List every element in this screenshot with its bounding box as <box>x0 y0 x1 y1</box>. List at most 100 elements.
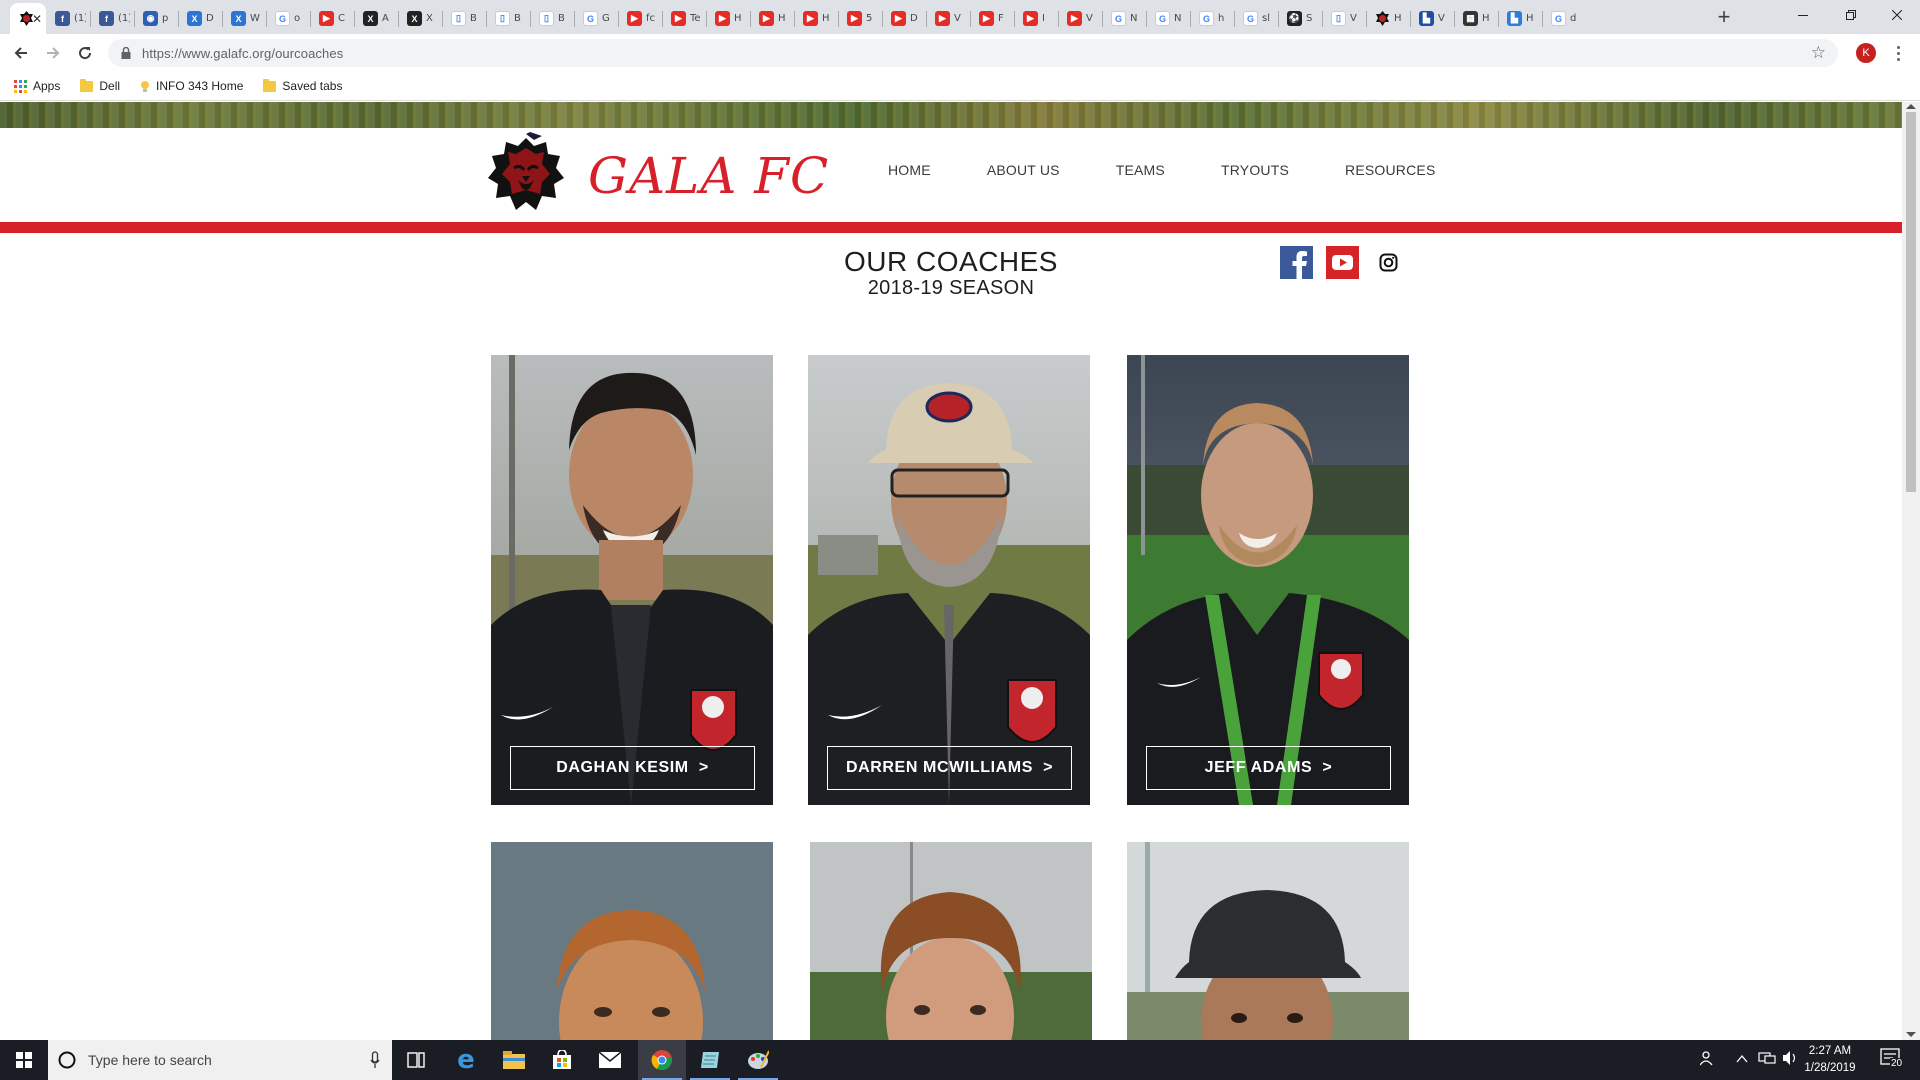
scroll-thumb[interactable] <box>1906 112 1916 492</box>
start-button[interactable] <box>0 1040 48 1080</box>
tab-title: W <box>250 13 260 24</box>
browser-tab[interactable]: XW <box>222 3 266 34</box>
reload-button[interactable] <box>72 40 98 66</box>
people-icon[interactable] <box>1699 1050 1716 1069</box>
paint-app[interactable] <box>734 1040 782 1080</box>
browser-tab[interactable]: ▶ C <box>310 3 354 34</box>
page-scrollbar[interactable] <box>1902 102 1920 1040</box>
browser-tab[interactable]: ▶ I <box>1014 3 1058 34</box>
bookmark-info343[interactable]: INFO 343 Home <box>140 79 243 93</box>
nav-teams[interactable]: TEAMS <box>1116 162 1165 178</box>
minimize-button[interactable] <box>1780 0 1826 30</box>
nav-home[interactable]: HOME <box>888 162 931 178</box>
coach-card[interactable]: JEFF ADAMS > <box>1127 355 1409 805</box>
browser-tab[interactable]: XA <box>354 3 398 34</box>
coach-card[interactable] <box>491 842 773 1040</box>
reload-icon <box>79 47 92 60</box>
chevron-up-icon[interactable] <box>1736 1052 1748 1067</box>
facebook-icon[interactable] <box>1280 246 1313 279</box>
arrow-left-icon <box>14 47 27 59</box>
coach-name-button[interactable]: JEFF ADAMS > <box>1146 746 1391 790</box>
google-icon: G <box>275 11 290 26</box>
facebook-icon: f <box>55 11 70 26</box>
browser-tab[interactable]: ▶ V <box>1058 3 1102 34</box>
youtube-logo-icon <box>1332 255 1353 270</box>
coach-card[interactable] <box>1127 842 1409 1040</box>
taskbar-search[interactable]: Type here to search <box>48 1040 392 1080</box>
close-window-button[interactable] <box>1874 0 1920 30</box>
browser-tab[interactable]: ▶ 5 <box>838 3 882 34</box>
coach-card[interactable] <box>810 842 1092 1040</box>
browser-tab[interactable]: ▶ F <box>970 3 1014 34</box>
youtube-icon[interactable] <box>1326 246 1359 279</box>
network-icon[interactable] <box>1758 1050 1776 1069</box>
address-bar[interactable]: https://www.galafc.org/ourcoaches ☆ <box>108 39 1838 67</box>
file-explorer-app[interactable] <box>490 1040 538 1080</box>
system-clock[interactable]: 2:27 AM 1/28/2019 <box>1792 1043 1868 1077</box>
coach-card[interactable]: DAGHAN KESIM > <box>491 355 773 805</box>
new-tab-button[interactable]: + <box>1710 4 1738 32</box>
edge-app[interactable]: e <box>442 1040 490 1080</box>
bookmark-saved-tabs[interactable]: Saved tabs <box>263 78 342 93</box>
instagram-icon[interactable] <box>1372 246 1405 279</box>
coach-card[interactable]: DARREN MCWILLIAMS > <box>808 355 1090 805</box>
browser-tab[interactable]: XX <box>398 3 442 34</box>
browser-tab[interactable]: ▦ H <box>1454 3 1498 34</box>
bookmark-dell[interactable]: Dell <box>80 78 120 93</box>
browser-tab[interactable]: ▯ B <box>486 3 530 34</box>
restore-button[interactable] <box>1828 0 1874 30</box>
browser-tab[interactable]: H <box>1366 3 1410 34</box>
close-tab-icon[interactable]: ✕ <box>32 12 42 26</box>
browser-tab[interactable]: Go <box>266 3 310 34</box>
scroll-down-icon[interactable] <box>1906 1032 1916 1037</box>
profile-avatar[interactable]: K <box>1856 43 1876 63</box>
back-button[interactable] <box>8 40 34 66</box>
coach-name-button[interactable]: DAGHAN KESIM > <box>510 746 755 790</box>
microphone-icon[interactable] <box>370 1051 380 1069</box>
task-view-button[interactable] <box>392 1040 440 1080</box>
browser-tab[interactable]: f (1) Facebook <box>90 3 134 34</box>
browser-tab[interactable]: Gsl <box>1234 3 1278 34</box>
brand-logo[interactable]: GALA FC <box>484 132 829 216</box>
browser-tab[interactable]: ▯ V <box>1322 3 1366 34</box>
store-app[interactable] <box>538 1040 586 1080</box>
nav-about-us[interactable]: ABOUT US <box>987 162 1060 178</box>
browser-tab[interactable]: Gh <box>1190 3 1234 34</box>
chrome-app[interactable] <box>638 1040 686 1080</box>
browser-tab[interactable]: GN <box>1102 3 1146 34</box>
bookmark-star-icon[interactable]: ☆ <box>1811 43 1826 63</box>
browser-tab[interactable]: ▶ fc <box>618 3 662 34</box>
browser-tab[interactable]: XD <box>178 3 222 34</box>
browser-tab[interactable]: ▶ D <box>882 3 926 34</box>
browser-tab[interactable]: ▯ B <box>530 3 574 34</box>
coach-name-button[interactable]: DARREN MCWILLIAMS > <box>827 746 1072 790</box>
browser-tab[interactable]: ▶ H <box>794 3 838 34</box>
browser-tab[interactable]: ▶ V <box>926 3 970 34</box>
browser-tab[interactable]: Gd <box>1542 3 1586 34</box>
nav-tryouts[interactable]: TRYOUTS <box>1221 162 1289 178</box>
lock-icon <box>121 47 131 59</box>
browser-tab[interactable]: ◉ p <box>134 3 178 34</box>
brand-name: GALA FC <box>588 147 830 205</box>
browser-menu-icon[interactable] <box>1893 42 1903 64</box>
browser-tab[interactable]: ▯ B <box>442 3 486 34</box>
browser-tab[interactable]: GG <box>574 3 618 34</box>
browser-tab[interactable]: ⚽ S <box>1278 3 1322 34</box>
browser-tab[interactable]: ▙ V <box>1410 3 1454 34</box>
scroll-up-icon[interactable] <box>1906 104 1916 109</box>
browser-tab[interactable]: ▙ H <box>1498 3 1542 34</box>
browser-tab[interactable]: ▶ H <box>706 3 750 34</box>
action-center-button[interactable]: 20 <box>1880 1048 1904 1073</box>
browser-tab[interactable]: GN <box>1146 3 1190 34</box>
forward-button[interactable] <box>40 40 66 66</box>
browser-tab[interactable]: ▶ H <box>750 3 794 34</box>
notes-app[interactable] <box>686 1040 734 1080</box>
tab-title: V <box>1086 13 1093 24</box>
browser-tab[interactable]: Our Coaches | Gala FC✕ <box>10 3 46 34</box>
chevron-right-icon: > <box>698 759 709 776</box>
browser-tab[interactable]: ▶ Te <box>662 3 706 34</box>
mail-app[interactable] <box>586 1040 634 1080</box>
bookmark-apps[interactable]: Apps <box>14 79 60 93</box>
nav-resources[interactable]: RESOURCES <box>1345 162 1435 178</box>
browser-tab[interactable]: f (1) Facebook <box>46 3 90 34</box>
